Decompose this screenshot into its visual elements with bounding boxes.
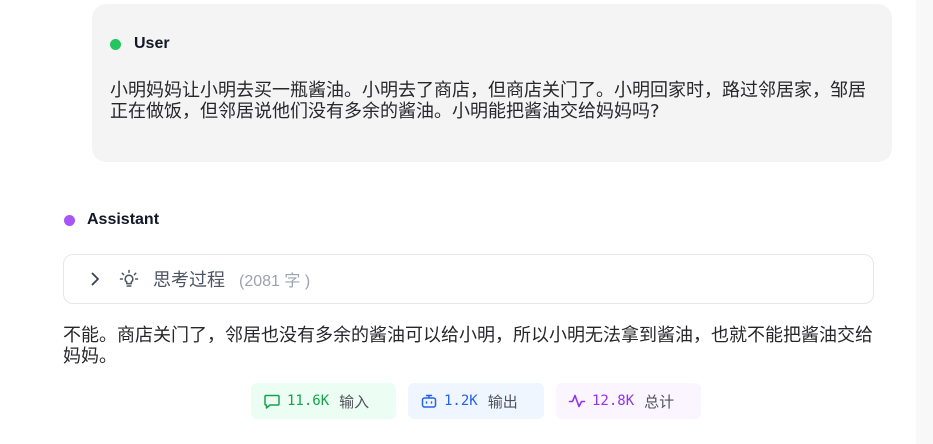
input-tokens-label: 输入 [339,392,370,411]
total-tokens-value: 12.8K [592,393,635,409]
assistant-role-label: Assistant [87,211,160,228]
user-message-text: 小明妈妈让小明去买一瓶酱油。小明去了商店，但商店关门了。小明回家时，路过邻居家，… [110,80,866,122]
input-tokens-value: 11.6K [287,393,330,409]
input-tokens-badge: 11.6K 输入 [251,383,396,419]
assistant-status-dot [64,214,75,226]
scrollbar-track[interactable] [916,0,933,444]
user-message-card: User 小明妈妈让小明去买一瓶酱油。小明去了商店，但商店关门了。小明回家时，路… [92,4,892,162]
assistant-answer-text: 不能。商店关门了，邻居也没有多余的酱油可以给小明，所以小明无法拿到酱油，也就不能… [63,325,873,367]
total-tokens-badge: 12.8K 总计 [556,383,701,419]
lightbulb-icon [119,269,139,287]
user-role-header: User [110,35,170,53]
user-status-dot [110,38,121,50]
output-tokens-value: 1.2K [444,393,478,409]
thinking-process-toggle[interactable]: 思考过程 (2081 字 ) [63,254,874,304]
thinking-char-count: (2081 字 ) [239,273,311,290]
bot-icon [421,394,437,408]
output-tokens-badge: 1.2K 输出 [408,383,544,419]
chevron-right-icon [91,272,99,286]
message-square-icon [264,394,280,409]
user-role-label: User [134,35,170,52]
total-tokens-label: 总计 [644,392,675,411]
activity-icon [568,394,586,408]
output-tokens-label: 输出 [487,392,518,411]
thinking-title: 思考过程 [153,270,225,291]
assistant-role-header: Assistant [64,211,159,229]
